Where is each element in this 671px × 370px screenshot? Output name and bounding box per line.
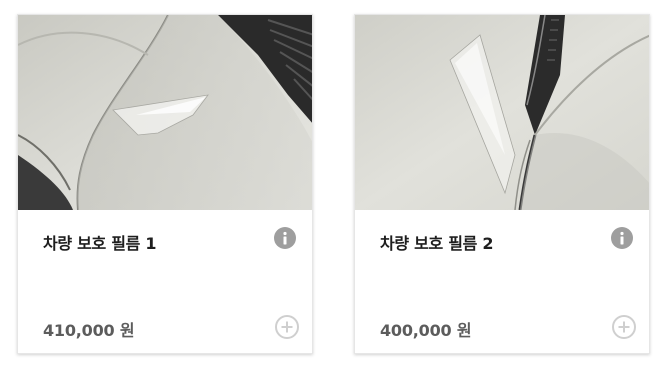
- info-icon[interactable]: [274, 227, 296, 249]
- info-icon-glyph: [620, 231, 624, 245]
- product-price: 400,000 원: [380, 321, 472, 340]
- product-image-graphic: [355, 15, 649, 210]
- plus-circle-icon[interactable]: [275, 315, 299, 339]
- product-card[interactable]: 차량 보호 필름 2 400,000 원: [354, 14, 650, 354]
- plus-glyph: [281, 321, 293, 333]
- product-price: 410,000 원: [43, 321, 135, 340]
- product-image-graphic: [18, 15, 312, 210]
- product-title: 차량 보호 필름 1: [43, 234, 157, 253]
- product-title: 차량 보호 필름 2: [380, 234, 494, 253]
- info-icon[interactable]: [611, 227, 633, 249]
- plus-glyph: [618, 321, 630, 333]
- product-image[interactable]: [18, 15, 312, 210]
- plus-circle-icon[interactable]: [612, 315, 636, 339]
- product-image[interactable]: [355, 15, 649, 210]
- info-icon-glyph: [283, 231, 287, 245]
- product-card[interactable]: 차량 보호 필름 1 410,000 원: [17, 14, 313, 354]
- product-grid: 차량 보호 필름 1 410,000 원 차량 보호 필름 2 400,000 …: [0, 0, 671, 370]
